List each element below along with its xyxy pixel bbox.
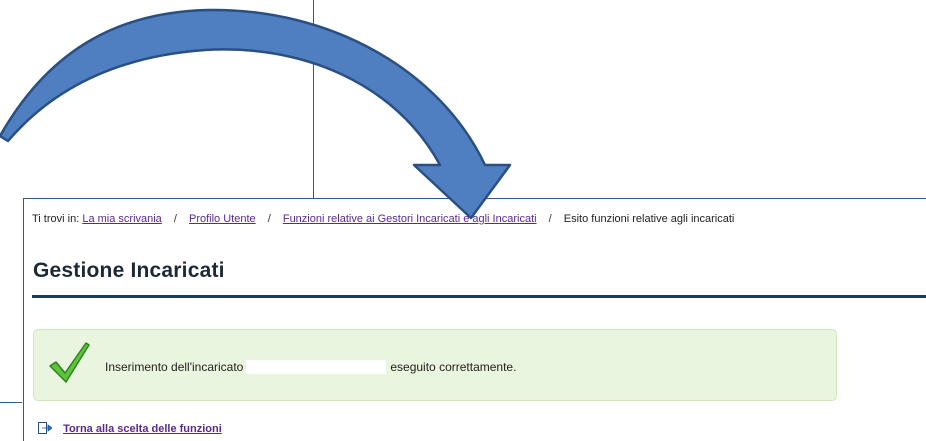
checkmark-icon	[49, 342, 90, 383]
breadcrumb-link-funzioni[interactable]: Funzioni relative ai Gestori Incaricati …	[283, 213, 537, 225]
breadcrumb-separator: /	[548, 213, 552, 225]
breadcrumb-separator: /	[267, 213, 271, 225]
back-arrow-icon	[38, 422, 52, 434]
content-panel: Ti trovi in: La mia scrivania / Profilo …	[23, 198, 926, 441]
page-title: Gestione Incaricati	[33, 259, 225, 282]
breadcrumb-separator: /	[173, 213, 177, 225]
success-message-box: Inserimento dell'incaricato eseguito corr…	[33, 329, 837, 401]
background-window-edge	[0, 402, 22, 403]
success-message-prefix: Inserimento dell'incaricato	[105, 360, 244, 374]
background-window-divider	[313, 0, 314, 198]
breadcrumb-link-scrivania[interactable]: La mia scrivania	[82, 213, 161, 225]
back-to-functions-link[interactable]: Torna alla scelta delle funzioni	[63, 423, 222, 435]
back-link-row: Torna alla scelta delle funzioni	[38, 422, 222, 435]
breadcrumb-link-profilo[interactable]: Profilo Utente	[189, 213, 256, 225]
redacted-user-name	[246, 360, 387, 374]
title-divider	[32, 295, 926, 298]
success-message-suffix: eseguito correttamente.	[390, 360, 517, 374]
success-message: Inserimento dell'incaricato eseguito corr…	[105, 360, 516, 374]
breadcrumb-prefix: Ti trovi in:	[32, 213, 80, 225]
breadcrumb-current: Esito funzioni relative agli incaricati	[563, 213, 735, 225]
breadcrumb: Ti trovi in: La mia scrivania / Profilo …	[32, 213, 734, 225]
